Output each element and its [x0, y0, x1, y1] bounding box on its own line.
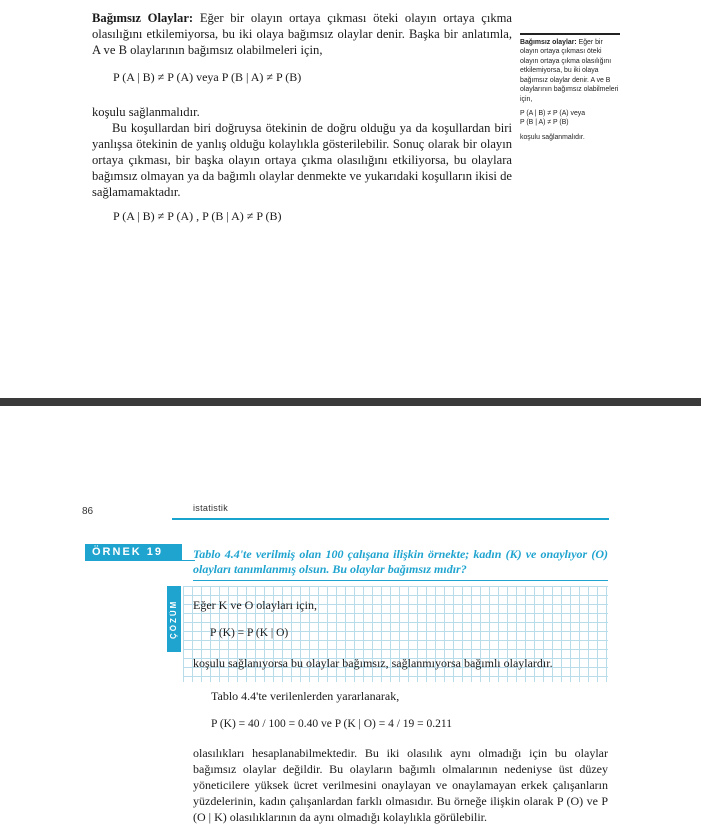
definition-paragraph: Bağımsız Olaylar: Eğer bir olayın ortaya…	[92, 10, 512, 58]
definition-term: Bağımsız Olaylar:	[92, 11, 194, 25]
dependence-explanation: Bu koşullardan biri doğruysa ötekinin de…	[92, 121, 512, 199]
solution-table-reference: Tablo 4.4'te verilenlerden yararlanarak,	[211, 689, 400, 703]
margin-note-equation: P (A | B) ≠ P (A) veya P (B | A) ≠ P (B)	[520, 109, 586, 127]
body-paragraph: koşulu sağlanmalıdır. Bu koşullardan bir…	[92, 104, 512, 200]
solution-label: ÇÖZÜM	[169, 599, 178, 639]
example-question-rule	[193, 580, 608, 582]
margin-note: Bağımsız olaylar: Eğer bir olayın ortaya…	[520, 33, 620, 142]
page-divider	[0, 398, 701, 406]
margin-note-rule	[520, 33, 620, 35]
example-rule	[85, 560, 195, 562]
header-rule	[172, 518, 609, 520]
solution-condition-equation: P (K) = P (K | O)	[210, 627, 289, 639]
dependence-condition-equation: P (A | B) ≠ P (A) , P (B | A) ≠ P (B)	[113, 209, 282, 223]
margin-note-tail: koşulu sağlanmalıdır.	[520, 133, 585, 141]
solution-conclusion: olasılıkları hesaplanabilmektedir. Bu ik…	[193, 746, 608, 824]
page-number: 86	[82, 506, 94, 517]
condition-sentence: koşulu sağlanmalıdır.	[92, 105, 200, 119]
example-label: ÖRNEK 19	[85, 544, 182, 560]
solution-intro: Eğer K ve O olayları için,	[193, 598, 317, 612]
margin-note-text: Bağımsız olaylar: Eğer bir olayın ortaya…	[520, 38, 619, 104]
solution-probability-equation: P (K) = 40 / 100 = 0.40 ve P (K | O) = 4…	[211, 718, 452, 730]
example-question: Tablo 4.4'te verilmiş olan 100 çalışana …	[193, 547, 608, 576]
running-head: istatistik	[193, 503, 229, 513]
solution-condition-text: koşulu sağlanıyorsa bu olaylar bağımsız,…	[193, 656, 553, 670]
independence-condition-equation: P (A | B) ≠ P (A) veya P (B | A) ≠ P (B)	[113, 70, 302, 84]
